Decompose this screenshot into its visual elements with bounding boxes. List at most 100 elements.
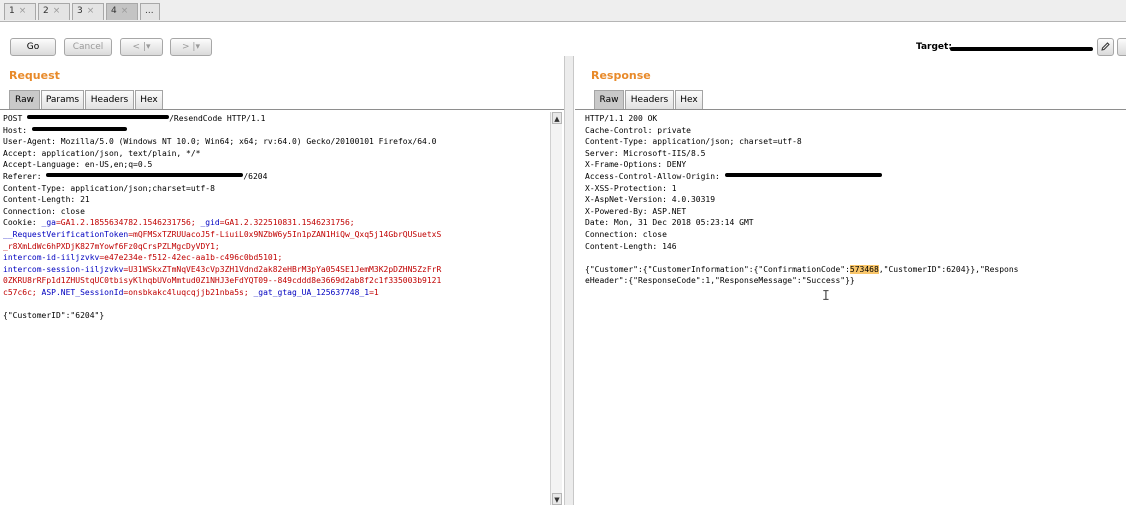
tab-label: 3	[77, 6, 83, 16]
tab-more[interactable]: ...	[140, 3, 160, 20]
tab-2[interactable]: 2 ×	[38, 3, 70, 20]
body-part: {"Customer":{"CustomerInformation":{"Con…	[585, 264, 850, 274]
host-key: Host:	[3, 125, 32, 135]
body-part: ,"CustomerID":6204}},"Respons	[878, 264, 1019, 274]
cookie-key: _ga	[41, 218, 56, 228]
request-editor[interactable]: POST /ResendCode HTTP/1.1 Host: User-Agen…	[0, 110, 550, 505]
response-line: Server: Microsoft-IIS/8.5	[585, 148, 706, 158]
response-line: HTTP/1.1 200 OK	[585, 114, 658, 123]
response-line: Content-Type: application/json; charset=…	[585, 137, 802, 147]
response-line: X-AspNet-Version: 4.0.30319	[585, 195, 716, 205]
cookie-value: =mQFMSxTZRUUacoJ5f-LiuiL0x9NZbW6y5In1pZA…	[128, 229, 442, 239]
response-line: Connection: close	[585, 229, 667, 239]
response-line: Date: Mon, 31 Dec 2018 05:23:14 GMT	[585, 218, 754, 228]
redacted-path	[27, 115, 170, 119]
tab-request-hex[interactable]: Hex	[135, 90, 163, 109]
redacted-host	[31, 126, 127, 131]
response-title: Response	[591, 69, 651, 82]
confirmation-code: 573468	[849, 264, 879, 274]
cookie-line: __RequestVerificationToken=mQFMSxTZRUUac…	[3, 229, 550, 241]
tab-request-headers[interactable]: Headers	[85, 90, 134, 109]
go-button[interactable]: Go	[10, 38, 56, 56]
response-line: X-Powered-By: ASP.NET	[585, 206, 687, 216]
cookie-line: Cookie: _ga=GA1.2.1855634782.1546231756;…	[3, 217, 550, 229]
cookie-value: =GA1.2.322510831.1546231756;	[219, 218, 355, 228]
referer-tail: /6204	[243, 171, 268, 181]
close-icon[interactable]: ×	[87, 6, 95, 16]
tab-label: 1	[9, 6, 15, 16]
referer-line: Referer: /6204	[3, 171, 550, 183]
cookie-prefix: Cookie:	[3, 218, 42, 228]
request-title: Request	[9, 69, 60, 82]
scroll-down-icon[interactable]: ▼	[552, 493, 562, 505]
cookie-line: 0ZKRU8rRFp1d1ZHUStqUC0tbisyKlhqbUVoMmtud…	[3, 276, 442, 286]
content-type-line: Content-Type: application/json;charset=u…	[3, 183, 215, 193]
response-line: Cache-Control: private	[585, 125, 691, 135]
redacted-target	[950, 47, 1093, 51]
tab-response-raw[interactable]: Raw	[594, 90, 624, 109]
pane-divider[interactable]	[564, 56, 574, 505]
tab-label: ...	[145, 6, 154, 16]
response-body-line: eHeader":{"ResponseCode":1,"ResponseMess…	[585, 276, 855, 286]
cookie-value: =e47e234e-f512-42ec-aa1b-c496c0bd5101;	[99, 253, 283, 263]
cookie-value: =1	[369, 287, 379, 297]
tab-1[interactable]: 1 ×	[4, 3, 36, 20]
cancel-button[interactable]: Cancel	[64, 38, 112, 56]
cookie-line: intercom-id-iiljzvkv=e47e234e-f512-42ec-…	[3, 252, 550, 264]
forward-button[interactable]: > |▾	[170, 38, 212, 56]
cookie-key: ASP.NET_SessionId	[41, 287, 124, 297]
connection-line: Connection: close	[3, 206, 85, 216]
user-agent-line: User-Agent: Mozilla/5.0 (Windows NT 10.0…	[3, 137, 437, 147]
cookie-value: =GA1.2.1855634782.1546231756;	[55, 218, 201, 228]
cookie-key: intercom-session-iiljzvkv	[3, 264, 124, 274]
text-cursor-icon: I	[822, 289, 830, 304]
method: POST	[3, 114, 28, 123]
request-line: POST /ResendCode HTTP/1.1	[3, 113, 550, 125]
tab-response-hex[interactable]: Hex	[675, 90, 703, 109]
content-length-line: Content-Length: 21	[3, 195, 90, 205]
cookie-key: _gid	[200, 218, 220, 228]
response-line: Content-Length: 146	[585, 241, 677, 251]
toolbar: Go Cancel < |▾ > |▾ Target:	[0, 22, 1126, 72]
cookie-value: =U31WSkxZTmNqVE43cVp3ZH1Vdnd2ak82eHBrM3p…	[123, 264, 442, 274]
tab-response-headers[interactable]: Headers	[625, 90, 674, 109]
close-icon[interactable]: ×	[19, 6, 27, 16]
cookie-value: =onsbkakc4luqcqjjb21nba5s;	[123, 287, 254, 297]
request-scrollbar[interactable]: ▲ ▼	[550, 112, 562, 505]
acao-key: Access-Control-Allow-Origin:	[585, 171, 725, 181]
help-button[interactable]	[1117, 38, 1126, 56]
scroll-up-icon[interactable]: ▲	[552, 112, 562, 124]
response-editor[interactable]: HTTP/1.1 200 OK Cache-Control: private Con…	[582, 110, 1126, 505]
tab-strip: 1 × 2 × 3 × 4 × ...	[0, 0, 1126, 22]
request-body: {"CustomerID":"6204"}	[3, 311, 105, 321]
close-icon[interactable]: ×	[121, 6, 129, 16]
referer-key: Referer:	[3, 171, 47, 181]
cookie-key: _gat_gtag_UA_125637748_1	[253, 287, 370, 297]
response-line: X-XSS-Protection: 1	[585, 183, 677, 193]
cookie-key: intercom-id-iiljzvkv	[3, 253, 100, 263]
response-body-line: {"Customer":{"CustomerInformation":{"Con…	[585, 264, 1126, 276]
target-label: Target:	[916, 42, 952, 52]
cookie-key: __RequestVerificationToken	[3, 229, 129, 239]
redacted-referer	[46, 172, 244, 177]
tab-label: 4	[111, 6, 117, 16]
tab-request-raw[interactable]: Raw	[9, 90, 40, 109]
edit-target-button[interactable]	[1097, 38, 1114, 56]
cookie-line: intercom-session-iiljzvkv=U31WSkxZTmNqVE…	[3, 264, 550, 276]
tab-request-params[interactable]: Params	[41, 90, 84, 109]
tab-4[interactable]: 4 ×	[106, 3, 138, 20]
cookie-value: c57c6c;	[3, 287, 42, 297]
acao-line: Access-Control-Allow-Origin:	[585, 171, 1126, 183]
host-line: Host:	[3, 125, 550, 137]
back-button[interactable]: < |▾	[120, 38, 163, 56]
pencil-icon	[1101, 42, 1110, 51]
response-line: X-Frame-Options: DENY	[585, 160, 687, 170]
tab-3[interactable]: 3 ×	[72, 3, 104, 20]
close-icon[interactable]: ×	[53, 6, 61, 16]
cookie-line: c57c6c; ASP.NET_SessionId=onsbkakc4luqcq…	[3, 287, 550, 299]
path-tail: /ResendCode HTTP/1.1	[169, 114, 266, 123]
accept-language-line: Accept-Language: en-US,en;q=0.5	[3, 160, 153, 170]
redacted-origin	[724, 172, 882, 177]
